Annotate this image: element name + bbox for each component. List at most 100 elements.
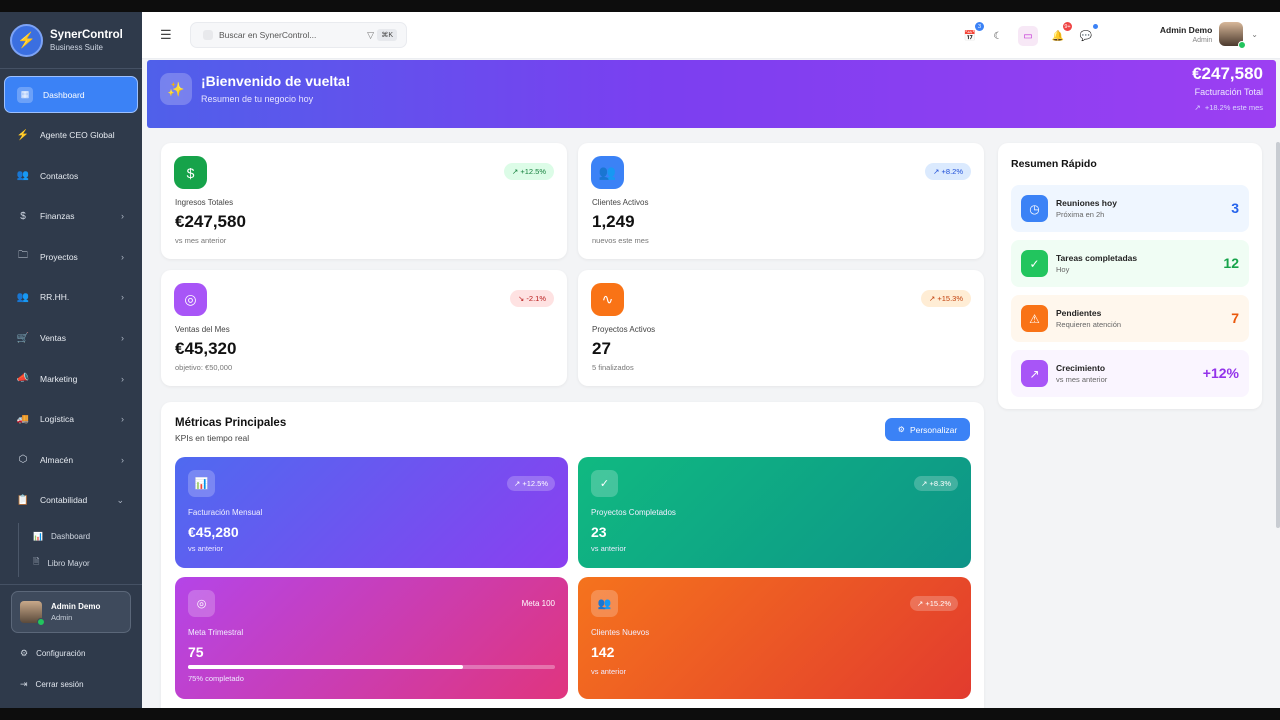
- stat-value: €45,320: [175, 339, 237, 358]
- stat-note: nuevos este mes: [592, 236, 649, 245]
- cart-icon: 🛒: [16, 332, 30, 344]
- bar-chart-icon: 📊: [33, 531, 43, 541]
- customize-button[interactable]: ⚙ Personalizar: [885, 418, 970, 441]
- quick-summary-item[interactable]: ✓ Tareas completadas Hoy 12: [1011, 240, 1249, 287]
- chevron-right-icon: ›: [121, 251, 124, 262]
- metrics-panel: Métricas Principales KPIs en tiempo real…: [161, 402, 984, 708]
- stat-card-ingresos[interactable]: $ ↗ +12.5% Ingresos Totales €247,580 vs …: [161, 143, 567, 259]
- truck-icon: 🚚: [16, 413, 30, 425]
- metric-value: 23: [591, 524, 607, 540]
- sidebar-item-logistica[interactable]: 🚚 Logística ›: [4, 401, 138, 438]
- metric-value: €45,280: [188, 524, 239, 540]
- stat-label: Clientes Activos: [592, 198, 649, 207]
- metric-value: 142: [591, 644, 615, 660]
- stat-label: Ventas del Mes: [175, 325, 230, 334]
- metric-label: Clientes Nuevos: [591, 628, 650, 637]
- target-icon: ◎: [188, 590, 215, 617]
- sidebar-item-label: RR.HH.: [40, 292, 70, 303]
- trend-badge: ↗ +12.5%: [506, 476, 555, 491]
- sidebar-item-rrhh[interactable]: 👥 RR.HH. ›: [4, 279, 138, 316]
- moon-icon[interactable]: ☾: [990, 28, 1006, 44]
- item-subtitle: Hoy: [1056, 265, 1070, 274]
- chat-icon[interactable]: 💬: [1078, 24, 1098, 44]
- bolt-icon: ⚡: [16, 129, 30, 141]
- chevron-right-icon: ›: [121, 414, 124, 425]
- card-icon[interactable]: ▭: [1018, 26, 1038, 46]
- hamburger-menu-icon[interactable]: ☰: [160, 27, 180, 43]
- subitem-libro-mayor[interactable]: 🗎 Libro Mayor: [19, 550, 142, 577]
- quick-summary-item[interactable]: ⚠ Pendientes Requieren atención 7: [1011, 295, 1249, 342]
- welcome-title: ¡Bienvenido de vuelta!: [201, 73, 351, 89]
- users-icon: 👥: [591, 156, 624, 189]
- sidebar-item-dashboard[interactable]: ▦ Dashboard: [4, 76, 138, 113]
- stat-note: vs mes anterior: [175, 236, 227, 245]
- sidebar-item-label: Proyectos: [40, 251, 78, 262]
- search-input[interactable]: Buscar en SynerControl... ▽ ⌘K: [190, 22, 407, 48]
- metric-value: 75: [188, 644, 204, 660]
- calendar-icon[interactable]: 📅 3: [962, 22, 984, 44]
- divider: [0, 68, 142, 69]
- item-title: Reuniones hoy: [1056, 198, 1117, 208]
- subitem-label: Libro Mayor: [47, 558, 90, 568]
- metric-label: Facturación Mensual: [188, 508, 263, 517]
- search-icon: [203, 30, 213, 40]
- sidebar-item-almacen[interactable]: ⬡ Almacén ›: [4, 441, 138, 478]
- sidebar-item-finanzas[interactable]: $ Finanzas ›: [4, 198, 138, 235]
- stat-card-clientes[interactable]: 👥 ↗ +8.2% Clientes Activos 1,249 nuevos …: [578, 143, 984, 259]
- chevron-down-icon: ⌄: [116, 494, 124, 505]
- filter-icon[interactable]: ▽: [367, 30, 374, 41]
- clipboard-icon: 📋: [16, 494, 30, 506]
- item-subtitle: Próxima en 2h: [1056, 210, 1105, 219]
- metric-note: vs anterior: [591, 667, 627, 676]
- logout-link[interactable]: ⇥ Cerrar sesión: [0, 669, 142, 700]
- brand[interactable]: ⚡ SynerControl Business Suite: [0, 12, 142, 68]
- user-card[interactable]: Admin Demo Admin: [11, 591, 131, 633]
- trend-badge: ↘ -2.1%: [510, 290, 554, 307]
- progress-bar: [188, 665, 555, 669]
- bell-icon[interactable]: 🔔 9+: [1050, 22, 1072, 44]
- sidebar-item-proyectos[interactable]: 🗀 Proyectos ›: [4, 238, 138, 275]
- metric-tile-meta[interactable]: ◎ Meta 100 Meta Trimestral 75 75% comple…: [175, 577, 568, 699]
- quick-summary-title: Resumen Rápido: [1011, 158, 1097, 170]
- item-subtitle: Requieren atención: [1056, 320, 1122, 329]
- app-window: ⚡ SynerControl Business Suite ▦ Dashboard…: [0, 12, 1280, 708]
- sidebar-item-contactos[interactable]: 👥 Contactos: [4, 157, 138, 194]
- stat-label: Proyectos Activos: [592, 325, 656, 334]
- sidebar-item-label: Contactos: [40, 170, 79, 181]
- users-icon: 👥: [16, 291, 30, 303]
- billing-growth: ↗ +18.2% este mes: [1194, 103, 1263, 112]
- stat-card-proyectos[interactable]: ∿ ↗ +15.3% Proyectos Activos 27 5 finali…: [578, 270, 984, 386]
- stat-note: objetivo: €50,000: [175, 363, 233, 372]
- sidebar-item-contabilidad[interactable]: 📋 Contabilidad ⌄: [4, 482, 138, 519]
- users-icon: 👥: [16, 170, 30, 182]
- welcome-banner: ✨ ¡Bienvenido de vuelta! Resumen de tu n…: [147, 60, 1276, 128]
- subitem-dashboard[interactable]: 📊 Dashboard: [19, 523, 142, 550]
- metric-label: Meta Trimestral: [188, 628, 244, 637]
- dollar-icon: $: [174, 156, 207, 189]
- metric-tile-clientes[interactable]: 👥 ↗ +15.2% Clientes Nuevos 142 vs anteri…: [578, 577, 971, 699]
- scrollbar[interactable]: [1276, 142, 1280, 528]
- sparkles-icon: ✨: [160, 73, 192, 105]
- metric-tile-proyectos[interactable]: ✓ ↗ +8.3% Proyectos Completados 23 vs an…: [578, 457, 971, 568]
- sidebar-item-agente-ceo[interactable]: ⚡ Agente CEO Global: [4, 117, 138, 154]
- user-role: Admin: [51, 613, 73, 622]
- user-menu[interactable]: Admin Demo Admin ⌄: [1160, 22, 1258, 49]
- stat-card-ventas[interactable]: ◎ ↘ -2.1% Ventas del Mes €45,320 objetiv…: [161, 270, 567, 386]
- quick-summary-item[interactable]: ◷ Reuniones hoy Próxima en 2h 3: [1011, 185, 1249, 232]
- bolt-icon: ⚡: [10, 23, 43, 57]
- metric-note: 75% completado: [188, 674, 244, 683]
- chat-dot: [1093, 24, 1098, 29]
- sidebar-item-ventas[interactable]: 🛒 Ventas ›: [4, 320, 138, 357]
- total-billing-amount: €247,580: [1192, 64, 1263, 83]
- contabilidad-submenu: 📊 Dashboard 🗎 Libro Mayor: [18, 522, 142, 577]
- quick-summary-item[interactable]: ↗ Crecimiento vs mes anterior +12%: [1011, 350, 1249, 397]
- chevron-down-icon: ⌄: [1251, 29, 1258, 39]
- item-value: 7: [1231, 310, 1239, 326]
- metric-note: vs anterior: [188, 544, 224, 553]
- metric-note: vs anterior: [591, 544, 627, 553]
- metric-tile-facturacion[interactable]: 📊 ↗ +12.5% Facturación Mensual €45,280 v…: [175, 457, 568, 568]
- sidebar-item-marketing[interactable]: 📣 Marketing ›: [4, 360, 138, 397]
- sidebar-item-label: Agente CEO Global: [40, 130, 115, 141]
- settings-link[interactable]: ⚙ Configuración: [0, 638, 142, 669]
- chevron-right-icon: ›: [121, 333, 124, 344]
